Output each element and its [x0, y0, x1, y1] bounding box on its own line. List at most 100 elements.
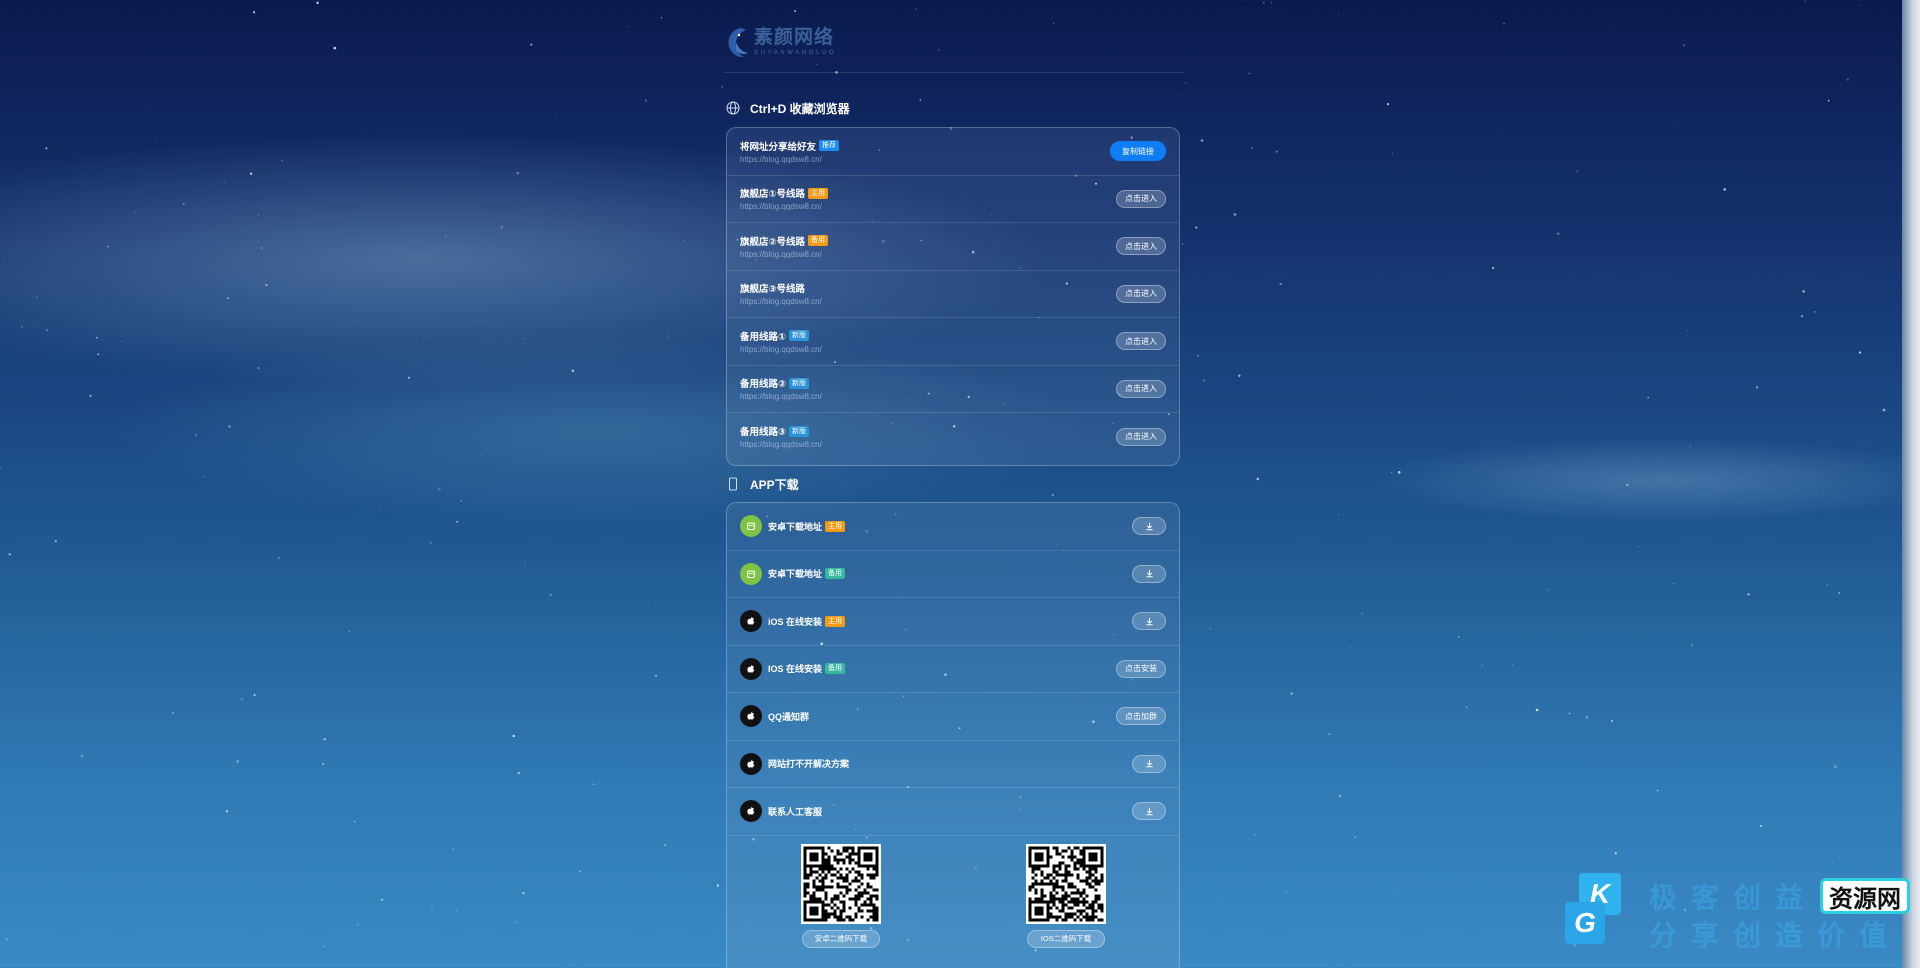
- star: [281, 160, 283, 162]
- app-label: QQ通知群: [768, 711, 810, 722]
- app-badge: 备用: [825, 663, 846, 675]
- star: [1698, 545, 1700, 547]
- line-title: 旗舰店③号线路: [740, 284, 806, 296]
- star: [1279, 282, 1282, 286]
- star: [1863, 443, 1865, 444]
- enter-button[interactable]: 点击进入: [1116, 427, 1166, 446]
- star: [1576, 170, 1579, 172]
- star: [561, 196, 562, 198]
- star: [97, 353, 100, 356]
- line-badge: 备用: [808, 235, 829, 247]
- star: [1238, 374, 1241, 377]
- line-badge: 主用: [808, 187, 829, 199]
- star: [721, 85, 724, 88]
- watermark-line2: 分享创造价值: [1649, 920, 1902, 951]
- line-url: https://blog.qqdsw8.cn/: [740, 440, 822, 450]
- line-title: 旗舰店①号线路: [740, 189, 806, 201]
- app-label: IOS 在线安装: [768, 664, 823, 675]
- star: [512, 734, 515, 738]
- app-action-button[interactable]: 点击安装: [1116, 659, 1166, 678]
- enter-button[interactable]: 点击进入: [1116, 189, 1166, 208]
- star: [227, 297, 229, 299]
- star: [1328, 733, 1331, 736]
- bookmark-section-header: Ctrl+D 收藏浏览器: [724, 98, 850, 118]
- star: [1184, 82, 1187, 84]
- android-icon: [740, 562, 762, 585]
- star: [1578, 576, 1579, 578]
- enter-button[interactable]: 点击进入: [1116, 237, 1166, 256]
- star: [523, 337, 526, 340]
- download-icon: [1145, 617, 1153, 625]
- download-button[interactable]: [1132, 517, 1166, 536]
- enter-button[interactable]: 点击进入: [1116, 332, 1166, 351]
- scrollbar-track[interactable]: [1902, 0, 1920, 968]
- star: [1585, 716, 1588, 719]
- site-logo[interactable]: 素颜网络 SUYANWANGLUO: [724, 26, 924, 66]
- app-badge: 主用: [825, 615, 846, 627]
- apple-icon: [740, 610, 762, 633]
- watermark-line1: 极客创益: [1649, 882, 1818, 913]
- star: [1524, 395, 1526, 396]
- star: [1826, 584, 1828, 586]
- star: [1501, 130, 1503, 132]
- line-list-card: 将网址分享给好友 推荐 https://blog.qqdsw8.cn/ 复制链接 …: [726, 127, 1180, 466]
- star: [379, 505, 381, 508]
- star: [515, 921, 518, 923]
- qr-code-area: 安卓二维码下载 IOS二维码下载: [727, 836, 1179, 966]
- copy-link-button[interactable]: 复制链接: [1110, 141, 1166, 162]
- star: [323, 738, 326, 741]
- star: [1847, 273, 1848, 275]
- download-button[interactable]: [1132, 612, 1166, 631]
- app-row: iOS 在线安装 主用: [727, 598, 1179, 646]
- qr-download-button[interactable]: IOS二维码下载: [1027, 929, 1105, 948]
- download-button[interactable]: [1132, 802, 1166, 821]
- star: [429, 542, 432, 544]
- star: [1747, 593, 1750, 596]
- star: [444, 235, 447, 238]
- download-icon: [1145, 760, 1153, 768]
- star: [6, 938, 9, 941]
- star: [1838, 592, 1841, 594]
- star: [1721, 768, 1723, 770]
- star: [202, 475, 205, 478]
- star: [1361, 613, 1363, 615]
- star: [133, 154, 135, 156]
- star: [1614, 852, 1617, 855]
- star: [146, 845, 147, 847]
- star: [407, 376, 410, 379]
- star: [1827, 99, 1830, 102]
- star: [549, 593, 552, 596]
- star: [1397, 470, 1401, 474]
- apple-icon: [740, 800, 762, 823]
- enter-button[interactable]: 点击进入: [1116, 379, 1166, 398]
- star: [277, 557, 280, 559]
- line-row: 备用线路③ 新版 https://blog.qqdsw8.cn/ 点击进入: [727, 413, 1179, 461]
- enter-button[interactable]: 点击进入: [1116, 284, 1166, 303]
- star: [524, 561, 526, 563]
- download-button[interactable]: [1132, 564, 1166, 583]
- star: [1256, 477, 1260, 481]
- app-badge: 主用: [825, 520, 846, 532]
- star: [1457, 635, 1460, 638]
- download-button[interactable]: [1132, 754, 1166, 773]
- star: [294, 573, 296, 575]
- app-section-title: APP下载: [750, 477, 799, 492]
- star: [1233, 213, 1237, 216]
- site-watermark: K G 极客创益 分享创造价值 资源网: [1565, 870, 1920, 968]
- star: [1834, 765, 1837, 769]
- star: [1386, 103, 1390, 106]
- star: [1338, 514, 1339, 516]
- line-title: 旗舰店②号线路: [740, 236, 806, 248]
- star: [224, 181, 226, 184]
- globe-icon: [726, 101, 740, 115]
- star: [506, 917, 508, 919]
- star: [1814, 311, 1816, 313]
- star: [1195, 226, 1198, 229]
- qr-download-button[interactable]: 安卓二维码下载: [802, 929, 880, 948]
- star: [1673, 582, 1675, 584]
- star: [322, 945, 325, 947]
- app-action-button[interactable]: 点击加群: [1116, 707, 1166, 726]
- app-row: 网站打不开解决方案: [727, 741, 1179, 788]
- star: [1804, 1, 1806, 3]
- star: [1656, 789, 1659, 792]
